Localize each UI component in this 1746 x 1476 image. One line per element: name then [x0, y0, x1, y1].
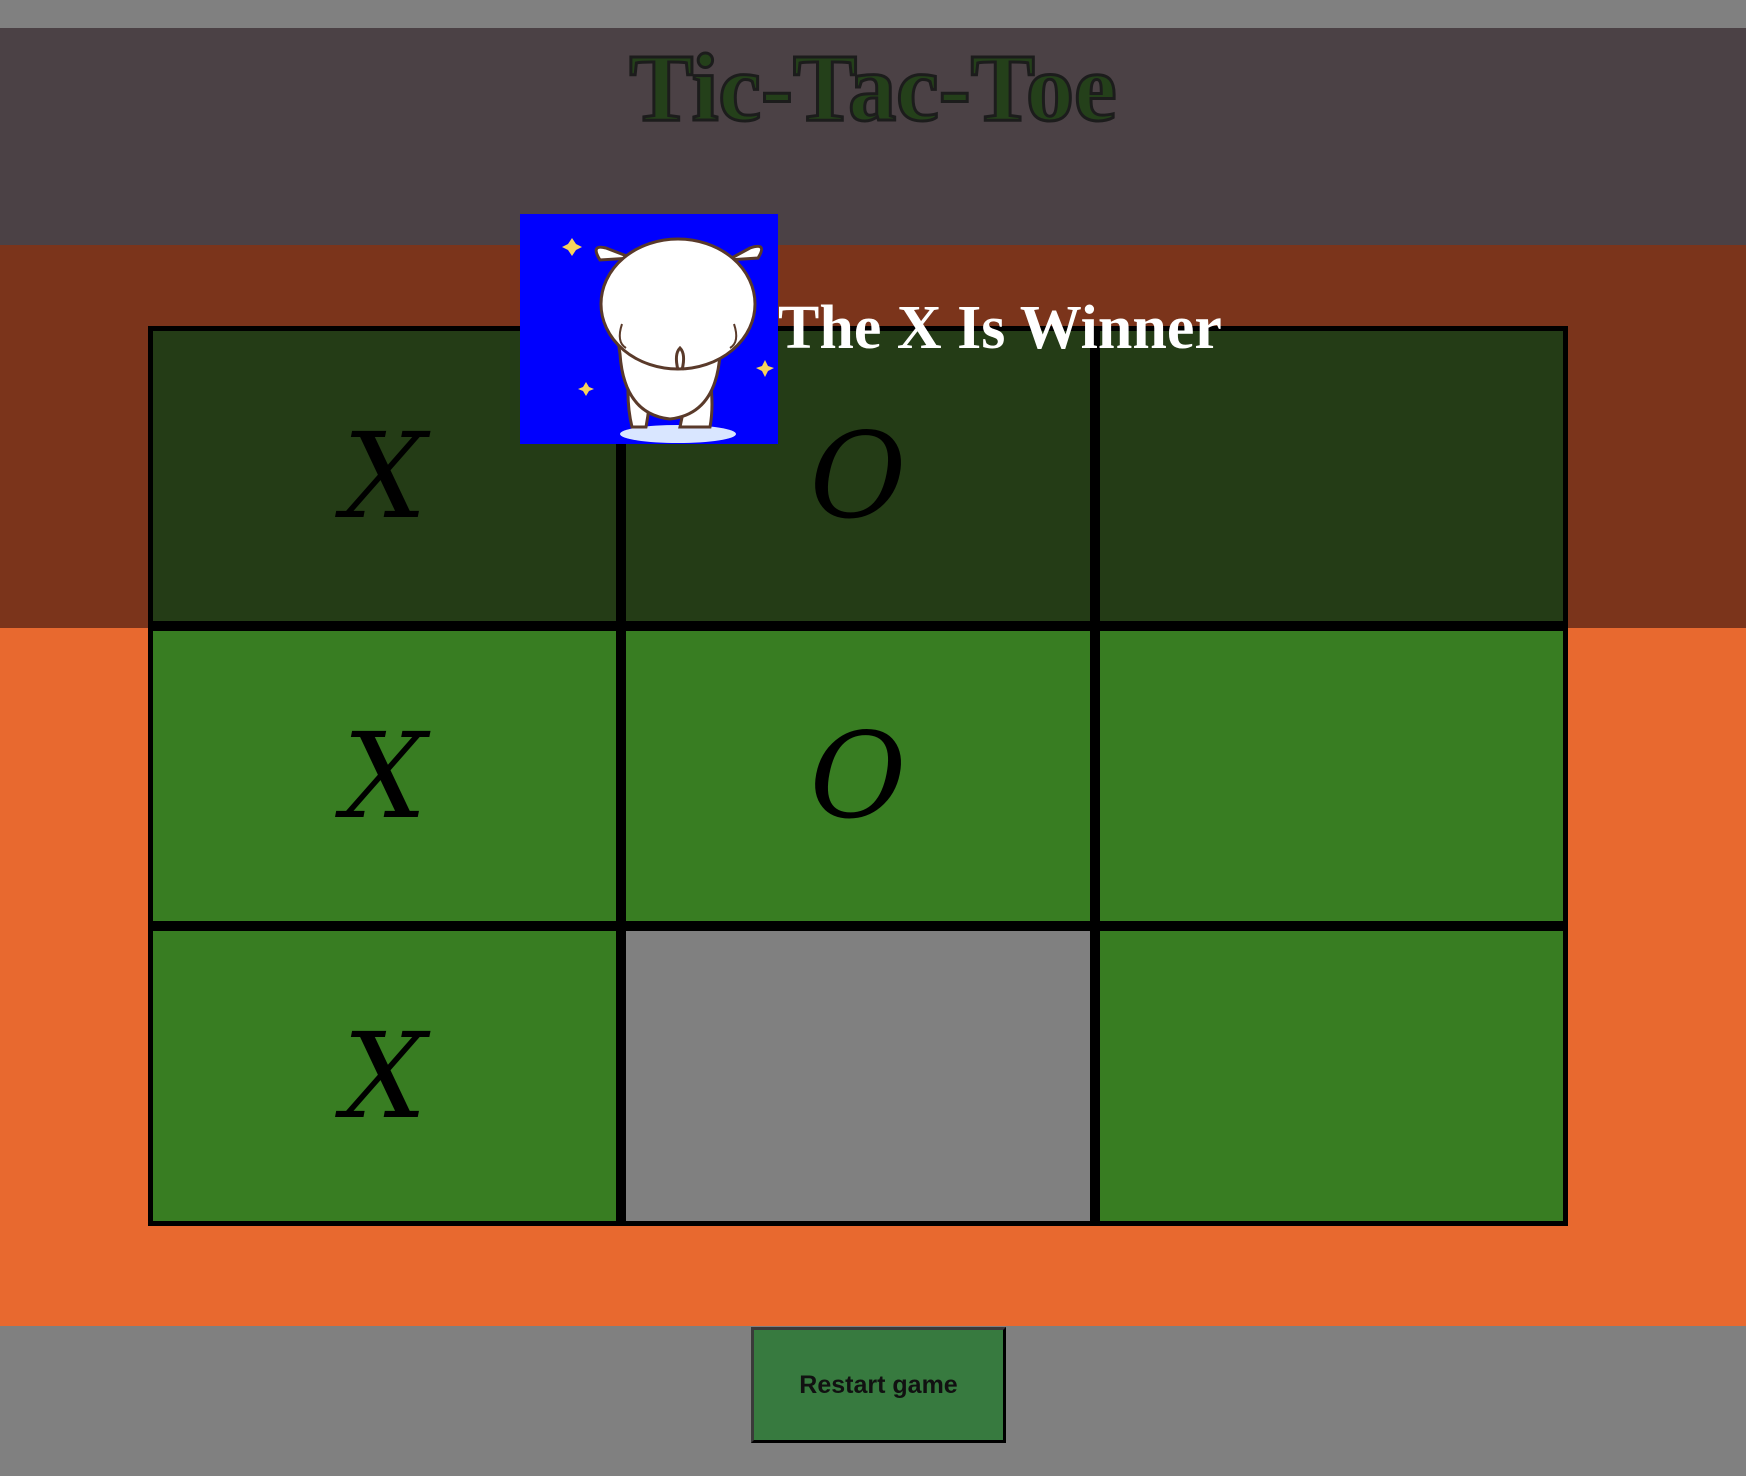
cell-mark: X [342, 1007, 427, 1145]
restart-game-button[interactable]: Restart game [751, 1327, 1006, 1443]
cell-mark: X [342, 707, 427, 845]
board-cell-6[interactable] [1099, 631, 1563, 921]
board-cell-3[interactable] [1099, 331, 1563, 621]
cell-mark: O [809, 707, 907, 845]
board-cell-7[interactable]: X [153, 931, 617, 1221]
board-cell-4[interactable]: X [153, 631, 617, 921]
cell-mark: O [809, 407, 907, 545]
game-board: X O X O X [148, 326, 1568, 1226]
page-title: Tic-Tac-Toe [628, 33, 1118, 143]
board-cell-8[interactable] [626, 931, 1090, 1221]
board-cell-5[interactable]: O [626, 631, 1090, 921]
board-cell-9[interactable] [1099, 931, 1563, 1221]
cat-icon [562, 237, 774, 443]
winner-cat-image [520, 214, 778, 444]
cell-mark: X [342, 407, 427, 545]
winner-message: The X Is Winner [778, 294, 1222, 362]
